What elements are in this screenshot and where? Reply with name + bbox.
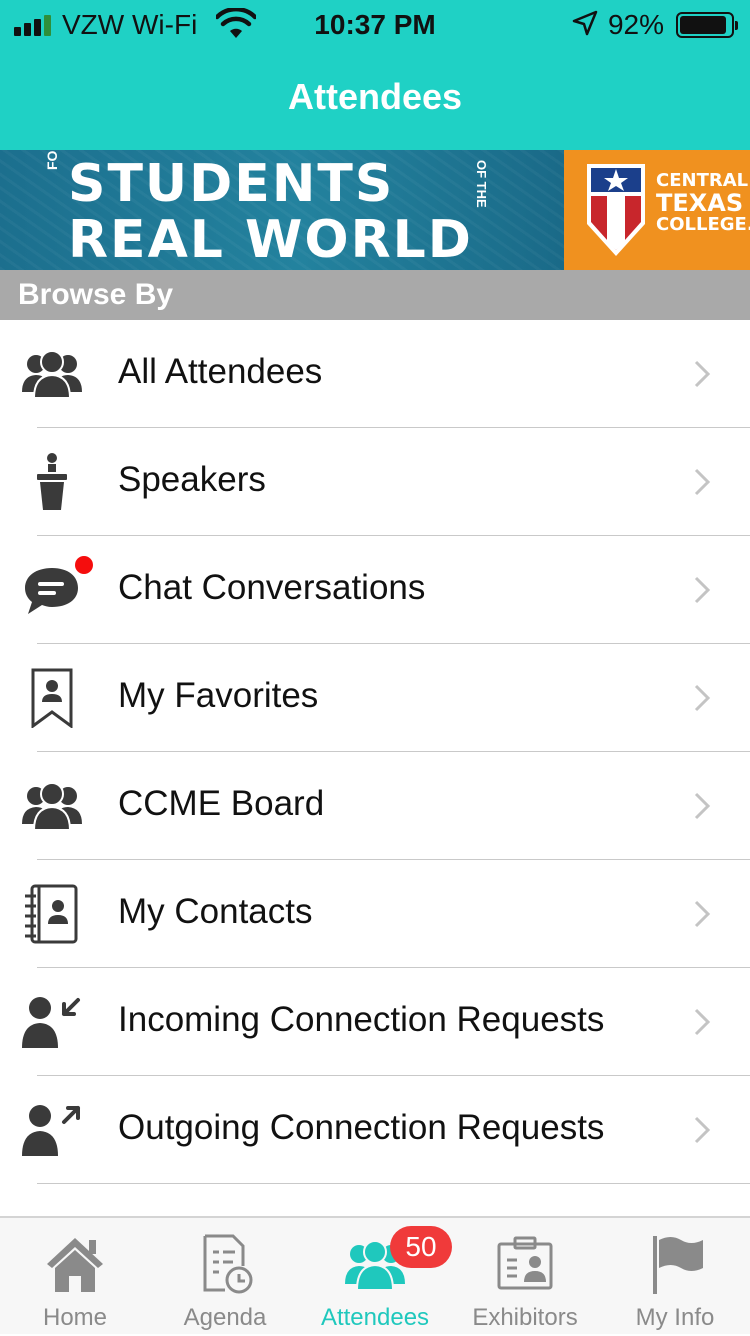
- banner-of-the-text: OF THE: [474, 160, 489, 208]
- tab-label: Agenda: [183, 1304, 267, 1331]
- chat-bubble-icon: [25, 568, 78, 614]
- menu-item-speakers[interactable]: Speakers: [0, 428, 750, 536]
- page-title: Attendees: [287, 76, 463, 117]
- menu-item-ccme-board[interactable]: CCME Board: [0, 752, 750, 860]
- tab-label: Home: [42, 1304, 108, 1331]
- group-icon: [22, 782, 82, 831]
- menu-item-incoming-connection-requests[interactable]: Incoming Connection Requests: [0, 968, 750, 1076]
- menu-item-label: My Favorites: [118, 676, 319, 715]
- group-icon: [22, 350, 82, 399]
- chevron-right-icon: [694, 468, 711, 496]
- status-bar: VZW Wi-Fi 10:37 PM 92%: [0, 0, 750, 50]
- unread-indicator: [75, 556, 93, 574]
- bookmark-person-icon: [31, 668, 73, 728]
- tab-label: Attendees: [320, 1304, 430, 1331]
- menu-item-all-attendees[interactable]: All Attendees: [0, 320, 750, 428]
- chevron-right-icon: [694, 576, 711, 604]
- sponsor-banner[interactable]: FOR STUDENTS REAL WORLD OF THE CENTRAL T…: [0, 150, 750, 270]
- menu-item-chat-conversations[interactable]: Chat Conversations: [0, 536, 750, 644]
- banner-line-1: STUDENTS: [68, 154, 395, 214]
- agenda-icon: [203, 1234, 253, 1294]
- tab-label: My Info: [635, 1304, 715, 1331]
- menu-item-label: Chat Conversations: [118, 568, 426, 607]
- browse-by-header: Browse By: [0, 270, 750, 320]
- menu-item-label: Incoming Connection Requests: [118, 1000, 605, 1039]
- chevron-right-icon: [694, 792, 711, 820]
- chevron-right-icon: [694, 684, 711, 712]
- address-book-icon: [25, 884, 78, 944]
- menu-item-outgoing-connection-requests[interactable]: Outgoing Connection Requests: [0, 1076, 750, 1184]
- tab-my-info[interactable]: My Info: [600, 1218, 750, 1336]
- chevron-right-icon: [694, 1008, 711, 1036]
- tab-home[interactable]: Home: [0, 1218, 150, 1336]
- speaker-podium-icon: [37, 453, 67, 510]
- banner-headline: STUDENTS REAL WORLD: [68, 156, 473, 268]
- person-outgoing-icon: [22, 1105, 80, 1156]
- menu-item-label: Outgoing Connection Requests: [118, 1108, 605, 1147]
- battery-icon: [676, 12, 738, 38]
- tab-label: Exhibitors: [472, 1304, 578, 1331]
- banner-line-2: REAL WORLD: [68, 210, 473, 270]
- menu-item-label: My Contacts: [118, 892, 313, 931]
- location-arrow-icon: [572, 10, 598, 36]
- navigation-header: VZW Wi-Fi 10:37 PM 92% Attendees: [0, 0, 750, 150]
- section-title: Browse By: [18, 278, 174, 311]
- notification-badge: 50: [390, 1226, 452, 1268]
- home-icon: [47, 1238, 103, 1292]
- college-shield-logo: [587, 164, 645, 256]
- chevron-right-icon: [694, 1116, 711, 1144]
- chevron-right-icon: [694, 900, 711, 928]
- menu-item-label: CCME Board: [118, 784, 325, 823]
- tab-agenda[interactable]: Agenda: [150, 1218, 300, 1336]
- menu-item-my-contacts[interactable]: My Contacts: [0, 860, 750, 968]
- person-incoming-icon: [22, 997, 80, 1048]
- menu-item-label: Speakers: [118, 460, 266, 499]
- browse-list: All Attendees Speakers Chat Conversation…: [0, 320, 750, 1184]
- college-wordmark: CENTRAL TEXAS COLLEGE.: [656, 170, 750, 235]
- battery-percentage: 92%: [607, 9, 664, 40]
- flag-icon: [653, 1236, 703, 1294]
- exhibitors-icon: [497, 1236, 553, 1290]
- tab-bar: Home Agenda Attendees 50 Exhibitors My I…: [0, 1216, 750, 1334]
- banner-for-text: FOR: [44, 150, 60, 170]
- menu-item-my-favorites[interactable]: My Favorites: [0, 644, 750, 752]
- chevron-right-icon: [694, 360, 711, 388]
- menu-item-label: All Attendees: [118, 352, 323, 391]
- tab-exhibitors[interactable]: Exhibitors: [450, 1218, 600, 1336]
